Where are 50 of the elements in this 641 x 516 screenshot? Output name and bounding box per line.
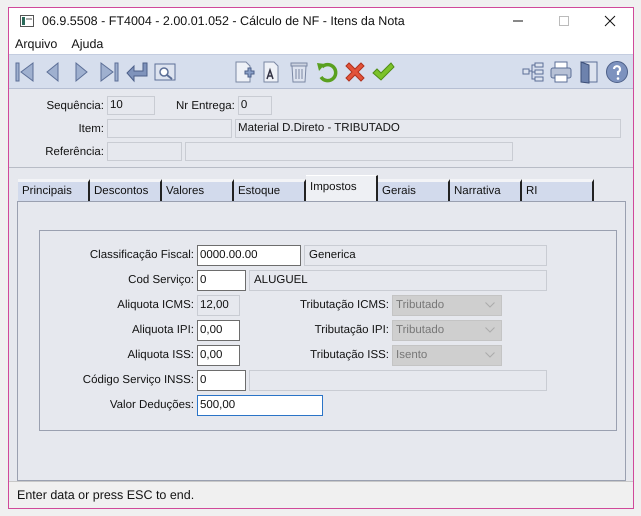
field-label: Referência: xyxy=(44,146,104,158)
dropdown: Tributado xyxy=(392,320,502,341)
field-label: Cod Serviço: xyxy=(127,274,194,286)
tab[interactable]: Estoque xyxy=(234,179,306,202)
input-field[interactable]: 500,00 xyxy=(197,394,323,416)
field-label: Aliquota ICMS: xyxy=(116,299,194,312)
tab[interactable]: Principais xyxy=(18,179,90,202)
enter-arrow-icon[interactable] xyxy=(125,60,149,84)
tree-icon[interactable] xyxy=(521,60,545,84)
cancel-icon[interactable] xyxy=(343,60,367,84)
field-label: Aliquota ISS: xyxy=(126,349,194,362)
item-description-field: Material D.Direto - TRIBUTADO xyxy=(235,119,621,138)
tab[interactable]: Narrativa xyxy=(450,179,522,202)
field-label: Nr Entrega: xyxy=(176,100,235,112)
field-label: Tributação IPI: xyxy=(314,324,389,336)
field-label: Tributação ICMS: xyxy=(298,299,389,312)
dropdown: Isento xyxy=(392,344,502,366)
description-field: ALUGUEL xyxy=(249,270,547,291)
tab[interactable]: Descontos xyxy=(90,179,162,202)
sequence-field: 10 xyxy=(107,96,155,116)
input-field: 12,00 xyxy=(197,294,240,316)
input-field[interactable]: 0000.00.00 xyxy=(197,244,301,266)
app-icon xyxy=(20,15,34,27)
chevron-down-icon xyxy=(485,352,495,358)
print-icon[interactable] xyxy=(549,60,573,84)
tab[interactable]: Valores xyxy=(162,179,234,202)
input-field[interactable]: 0 xyxy=(197,270,246,291)
field-label: Valor Deduções: xyxy=(108,399,194,412)
tab[interactable]: Gerais xyxy=(378,179,450,202)
delivery-number-field: 0 xyxy=(238,96,272,116)
menu-item[interactable]: Ajuda xyxy=(71,36,104,51)
help-icon[interactable] xyxy=(605,60,629,84)
window-title: 06.9.5508 - FT4004 - 2.00.01.052 - Cálculo de NF - Itens da Nota xyxy=(42,14,406,28)
dropdown: Tributado xyxy=(392,294,502,316)
chevron-down-icon xyxy=(485,302,495,308)
tab[interactable]: Impostos xyxy=(306,175,378,202)
input-field[interactable]: 0,00 xyxy=(197,320,240,341)
field-label: Item: xyxy=(77,122,104,135)
field-label: Código Serviço INSS: xyxy=(82,374,194,386)
input-field[interactable]: 0 xyxy=(197,370,246,391)
tab[interactable]: RI xyxy=(522,179,594,202)
field-label: Sequência: xyxy=(45,100,104,112)
menu-item[interactable]: Arquivo xyxy=(15,36,58,51)
description-field: Generica xyxy=(304,244,547,266)
input-field[interactable]: 0,00 xyxy=(197,344,240,366)
field-label: Classificação Fiscal: xyxy=(88,249,194,262)
field-label: Tributação ISS: xyxy=(309,349,389,362)
status-bar: Enter data or press ESC to end. xyxy=(9,481,633,508)
field-label: Aliquota IPI: xyxy=(130,324,194,336)
chevron-down-icon xyxy=(485,327,495,334)
